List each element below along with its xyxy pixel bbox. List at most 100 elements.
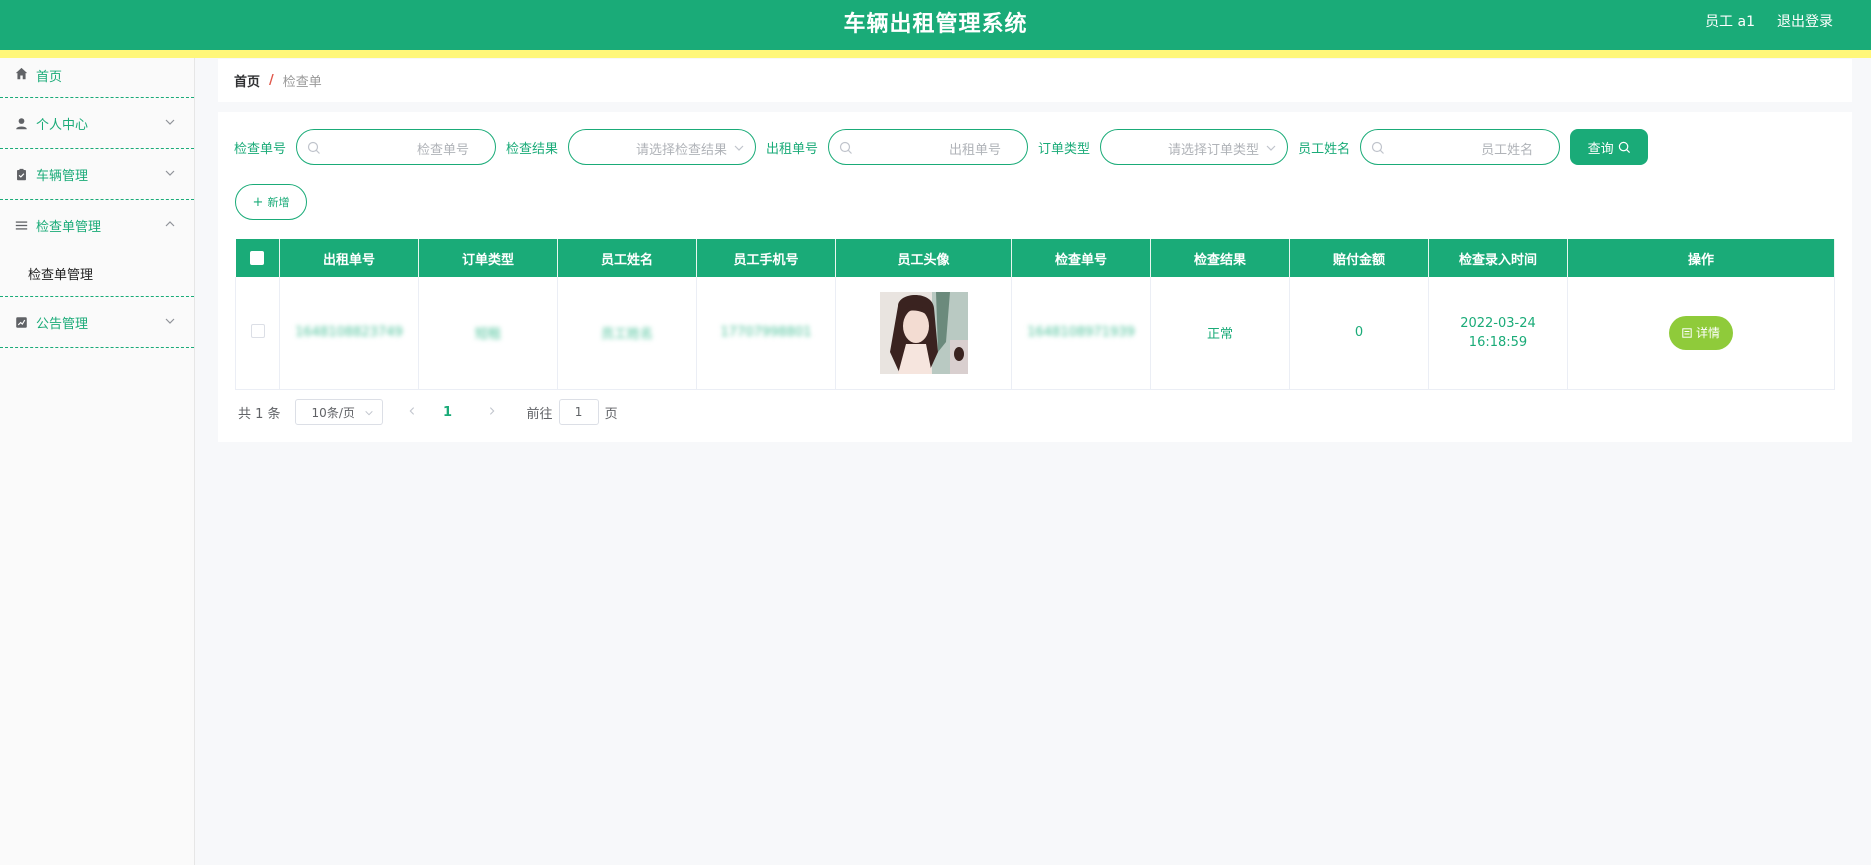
- check-no-label: 检查单号: [234, 141, 287, 157]
- rental-no-label: 出租单号: [766, 141, 819, 157]
- sidebar-item-label: 个人中心: [36, 117, 89, 133]
- check-no-placeholder: 检查单号: [417, 143, 470, 158]
- table-header-row: 出租单号 订单类型 员工姓名 员工手机号 员工头像 检查单号 检查结果 赔付金额…: [235, 239, 1835, 277]
- chevron-down-icon: [1266, 145, 1276, 151]
- cell-employee-name: 员工姓名: [557, 277, 697, 390]
- sidebar-item-label: 首页: [36, 70, 63, 85]
- search-bar: 检查单号 检查单号 检查结果 请选择检查结果 出租单号 出租单号 订单类型 请选…: [234, 129, 1649, 165]
- phone-value: 17707998801: [720, 325, 812, 341]
- chevron-down-icon: [165, 318, 175, 324]
- prev-page-button[interactable]: [397, 405, 427, 420]
- order-type-value: 短租: [474, 327, 501, 343]
- page-number-current[interactable]: 1: [433, 405, 463, 420]
- detail-icon: [1682, 328, 1692, 338]
- cell-order-type: 短租: [418, 277, 558, 390]
- header-accent-stripe: [0, 50, 1871, 58]
- col-employee-name: 员工姓名: [557, 239, 697, 277]
- chevron-down-icon: [364, 410, 373, 416]
- order-type-label: 订单类型: [1038, 141, 1091, 157]
- employee-name-value: 员工姓名: [600, 327, 653, 343]
- sidebar-item-notices[interactable]: 公告管理: [0, 297, 194, 348]
- breadcrumb-current: 检查单: [282, 75, 322, 90]
- breadcrumb-home[interactable]: 首页: [234, 71, 260, 90]
- employee-input[interactable]: 员工姓名: [1360, 129, 1561, 165]
- cell-check-no: 1648108971939: [1011, 277, 1151, 390]
- chevron-left-icon: [409, 406, 414, 415]
- chevron-up-icon: [165, 221, 175, 227]
- clipboard-icon: [14, 167, 28, 181]
- sidebar-item-label: 车辆管理: [36, 168, 89, 184]
- rental-no-input[interactable]: 出租单号: [828, 129, 1029, 165]
- chevron-right-icon: [489, 406, 494, 415]
- amount-value: 0: [1354, 325, 1364, 341]
- select-all-checkbox[interactable]: [250, 251, 265, 265]
- select-all-cell: [235, 239, 280, 277]
- top-header: 车辆出租管理系统 员工 a1 退出登录: [0, 0, 1871, 58]
- check-no-value: 1648108971939: [1027, 325, 1135, 341]
- sidebar-item-vehicles[interactable]: 车辆管理: [0, 149, 194, 200]
- pagination: 共 1 条 10条/页 1 前往 1 页: [238, 399, 618, 425]
- add-button[interactable]: + 新增: [235, 184, 307, 220]
- cell-rental-no: 1648108823749: [279, 277, 419, 390]
- sidebar-item-profile[interactable]: 个人中心: [0, 98, 194, 149]
- order-type-select[interactable]: 请选择订单类型: [1100, 129, 1289, 165]
- time-value: 2022-03-24 16:18:59: [1460, 315, 1536, 350]
- breadcrumb: 首页 / 检查单: [218, 59, 1852, 102]
- page-size-value: 10条/页: [311, 405, 355, 420]
- chart-icon: [14, 315, 28, 329]
- chevron-down-icon: [165, 119, 175, 125]
- result-value: 正常: [1206, 327, 1233, 343]
- current-user: 员工 a1: [1705, 14, 1755, 30]
- goto-page-input[interactable]: 1: [558, 399, 599, 425]
- page-size-select[interactable]: 10条/页: [294, 399, 383, 425]
- add-button-label: 新增: [267, 196, 290, 209]
- breadcrumb-separator: /: [269, 73, 274, 88]
- check-no-input[interactable]: 检查单号: [296, 129, 497, 165]
- inspection-table: 出租单号 订单类型 员工姓名 员工手机号 员工头像 检查单号 检查结果 赔付金额…: [235, 239, 1835, 390]
- app-title: 车辆出租管理系统: [843, 12, 1028, 37]
- submenu-item-inspections[interactable]: 检查单管理: [0, 251, 194, 297]
- sidebar-item-inspections[interactable]: 检查单管理: [0, 200, 194, 251]
- chevron-down-icon: [165, 170, 175, 176]
- col-actions: 操作: [1567, 239, 1835, 277]
- sidebar-item-label: 检查单管理: [36, 220, 102, 235]
- col-time: 检查录入时间: [1428, 239, 1568, 277]
- col-avatar: 员工头像: [835, 239, 1012, 277]
- cell-amount: 0: [1289, 277, 1429, 390]
- page-suffix: 页: [604, 406, 618, 422]
- content-card: 检查单号 检查单号 检查结果 请选择检查结果 出租单号 出租单号 订单类型 请选…: [218, 112, 1852, 442]
- sidebar: 首页 个人中心 车辆管理 检查单管理 检查单管理 公告管理: [0, 58, 195, 865]
- table-row: 1648108823749 短租 员工姓名 17707998801 164810…: [235, 277, 1835, 390]
- chevron-down-icon: [734, 145, 744, 151]
- row-checkbox[interactable]: [250, 323, 265, 338]
- rental-no-placeholder: 出租单号: [949, 143, 1002, 158]
- row-select-cell: [235, 277, 280, 390]
- employee-label: 员工姓名: [1298, 141, 1351, 157]
- detail-button[interactable]: 详情: [1669, 315, 1733, 350]
- plus-icon: +: [252, 194, 264, 210]
- cell-result: 正常: [1150, 277, 1290, 390]
- col-phone: 员工手机号: [696, 239, 836, 277]
- total-count: 共 1 条: [238, 406, 281, 422]
- result-placeholder: 请选择检查结果: [636, 143, 728, 158]
- employee-avatar[interactable]: [879, 291, 968, 374]
- employee-placeholder: 员工姓名: [1481, 143, 1534, 158]
- order-type-placeholder: 请选择订单类型: [1168, 143, 1260, 158]
- home-icon: [14, 66, 28, 80]
- goto-label: 前往: [526, 406, 553, 422]
- result-label: 检查结果: [506, 141, 559, 157]
- search-icon: [839, 141, 852, 154]
- list-icon: [14, 219, 28, 233]
- sidebar-item-home[interactable]: 首页: [0, 58, 194, 98]
- result-select[interactable]: 请选择检查结果: [568, 129, 757, 165]
- col-check-no: 检查单号: [1011, 239, 1151, 277]
- cell-actions: 详情: [1567, 277, 1835, 390]
- cell-phone: 17707998801: [696, 277, 836, 390]
- logout-link[interactable]: 退出登录: [1777, 11, 1833, 31]
- query-button[interactable]: 查询: [1570, 129, 1649, 165]
- next-page-button[interactable]: [477, 405, 507, 420]
- search-icon: [307, 141, 320, 154]
- detail-button-label: 详情: [1695, 326, 1720, 341]
- col-result: 检查结果: [1150, 239, 1290, 277]
- rental-no-value: 1648108823749: [295, 325, 403, 341]
